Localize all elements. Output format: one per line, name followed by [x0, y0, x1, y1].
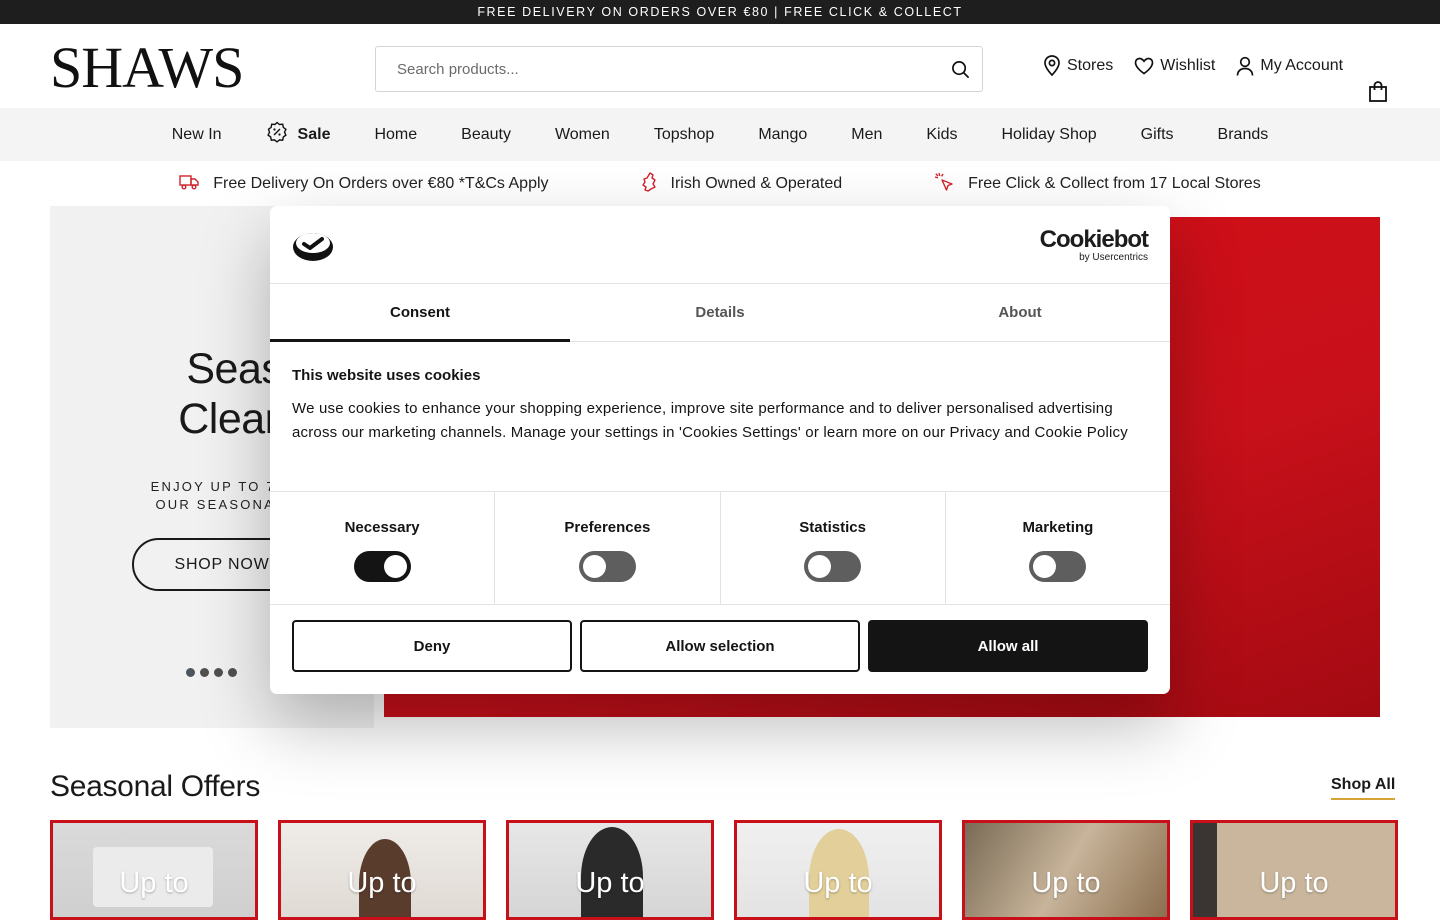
deny-button[interactable]: Deny [292, 620, 572, 672]
offer-card-label: Up to [1031, 867, 1101, 899]
cookie-actions: Deny Allow selection Allow all [270, 605, 1170, 672]
location-pin-icon [1043, 55, 1061, 77]
sale-tag-icon [266, 121, 288, 148]
carousel-dot-4[interactable] [228, 668, 237, 677]
usp-click-collect-text: Free Click & Collect from 17 Local Store… [968, 175, 1261, 192]
toggle-group-preferences: Preferences [495, 492, 721, 604]
nav-item-beauty[interactable]: Beauty [461, 126, 511, 144]
usp-bar: Free Delivery On Orders over €80 *T&Cs A… [0, 161, 1440, 207]
offer-card-6[interactable]: Up to [1190, 820, 1398, 920]
heart-icon [1134, 57, 1154, 75]
cookiebot-brand-sub: by Usercentrics [1079, 252, 1148, 263]
promo-topbar: FREE DELIVERY ON ORDERS OVER €80 | FREE … [0, 0, 1440, 24]
nav-item-sale[interactable]: Sale [266, 121, 331, 148]
nav-item-mango[interactable]: Mango [758, 126, 807, 144]
wishlist-link[interactable]: Wishlist [1134, 57, 1215, 75]
marketing-toggle[interactable] [1029, 551, 1087, 582]
cookie-category-toggles: Necessary Preferences Statistics Marketi… [270, 491, 1170, 605]
stores-link[interactable]: Stores [1043, 55, 1113, 77]
cookiebot-logo[interactable]: Cookiebot by Usercentrics [1039, 226, 1149, 264]
offer-card-label: Up to [575, 867, 645, 899]
shopping-bag-icon[interactable] [1368, 81, 1388, 108]
cookie-heading: This website uses cookies [292, 367, 481, 384]
main-navigation: New In Sale Home Beauty Women Topshop Ma… [0, 108, 1440, 161]
cookie-dialog-header: Cookiebot by Usercentrics [270, 206, 1170, 284]
search-icon[interactable] [950, 59, 970, 79]
offer-card-label: Up to [1259, 867, 1329, 899]
site-header: SHAWS Stores Wishlist My Account [0, 24, 1440, 108]
offer-card-label: Up to [347, 867, 417, 899]
delivery-truck-icon [179, 174, 199, 195]
statistics-toggle[interactable] [804, 551, 862, 582]
toggle-group-marketing: Marketing [946, 492, 1170, 604]
offer-card-3[interactable]: Up to [506, 820, 714, 920]
necessary-toggle[interactable] [353, 551, 411, 582]
cookiebot-brand-main: Cookiebot [1039, 226, 1149, 253]
promo-topbar-text: FREE DELIVERY ON ORDERS OVER €80 | FREE … [477, 5, 963, 19]
offer-card-2[interactable]: Up to [278, 820, 486, 920]
account-label: My Account [1260, 57, 1344, 74]
ireland-map-icon [641, 171, 657, 197]
cookie-consent-dialog: Cookiebot by Usercentrics Consent Detail… [270, 206, 1170, 694]
toggle-label-preferences: Preferences [564, 519, 651, 536]
shop-all-link[interactable]: Shop All [1331, 776, 1396, 800]
header-links: Stores Wishlist My Account [1043, 24, 1364, 108]
allow-all-button[interactable]: Allow all [868, 620, 1148, 672]
carousel-dot-2[interactable] [200, 668, 209, 677]
nav-item-men[interactable]: Men [851, 126, 882, 144]
stores-label: Stores [1067, 57, 1114, 74]
account-link[interactable]: My Account [1236, 56, 1343, 76]
cookie-tabs: Consent Details About [270, 284, 1170, 342]
usp-click-collect: Free Click & Collect from 17 Local Store… [934, 172, 1261, 197]
offer-card-1[interactable]: Up to [50, 820, 258, 920]
usp-irish-owned-text: Irish Owned & Operated [670, 175, 843, 192]
nav-item-brands[interactable]: Brands [1218, 126, 1269, 144]
carousel-dots [186, 668, 237, 677]
tab-consent[interactable]: Consent [270, 284, 570, 342]
offer-card-label: Up to [119, 867, 189, 899]
tab-about[interactable]: About [870, 284, 1170, 341]
nav-item-topshop[interactable]: Topshop [654, 126, 715, 144]
cookie-description: We use cookies to enhance your shopping … [292, 400, 1128, 441]
toggle-label-necessary: Necessary [344, 519, 420, 536]
offer-card-4[interactable]: Up to [734, 820, 942, 920]
nav-item-holiday-shop[interactable]: Holiday Shop [1001, 126, 1096, 144]
usp-free-delivery: Free Delivery On Orders over €80 *T&Cs A… [179, 174, 549, 195]
nav-item-new-in[interactable]: New In [172, 126, 222, 144]
cursor-click-icon [934, 172, 954, 197]
nav-item-home[interactable]: Home [374, 126, 417, 144]
shaws-logo[interactable]: SHAWS [50, 39, 244, 97]
nav-sale-label: Sale [297, 125, 331, 143]
offer-card-5[interactable]: Up to [962, 820, 1170, 920]
preferences-toggle[interactable] [578, 551, 636, 582]
user-icon [1236, 56, 1254, 76]
carousel-dot-3[interactable] [214, 668, 223, 677]
toggle-label-marketing: Marketing [1022, 519, 1094, 536]
site-badge-icon [292, 228, 334, 267]
search-input[interactable] [397, 60, 950, 78]
allow-selection-button[interactable]: Allow selection [580, 620, 860, 672]
nav-item-kids[interactable]: Kids [926, 126, 957, 144]
offer-card-label: Up to [803, 867, 873, 899]
wishlist-label: Wishlist [1160, 57, 1216, 74]
nav-item-women[interactable]: Women [555, 126, 610, 144]
carousel-dot-1[interactable] [186, 668, 195, 677]
seasonal-offers-title: Seasonal Offers [50, 770, 261, 803]
nav-item-gifts[interactable]: Gifts [1141, 126, 1174, 144]
toggle-group-necessary: Necessary [270, 492, 496, 604]
tab-details[interactable]: Details [570, 284, 870, 341]
usp-free-delivery-text: Free Delivery On Orders over €80 *T&Cs A… [213, 175, 549, 192]
usp-irish-owned: Irish Owned & Operated [641, 171, 843, 197]
cookie-body: This website uses cookies We use cookies… [270, 342, 1170, 491]
toggle-label-statistics: Statistics [799, 519, 866, 536]
search-bar [375, 46, 983, 92]
toggle-group-statistics: Statistics [721, 492, 946, 604]
offer-cards: Up to Up to Up to Up to Up to Up to [50, 820, 1398, 920]
